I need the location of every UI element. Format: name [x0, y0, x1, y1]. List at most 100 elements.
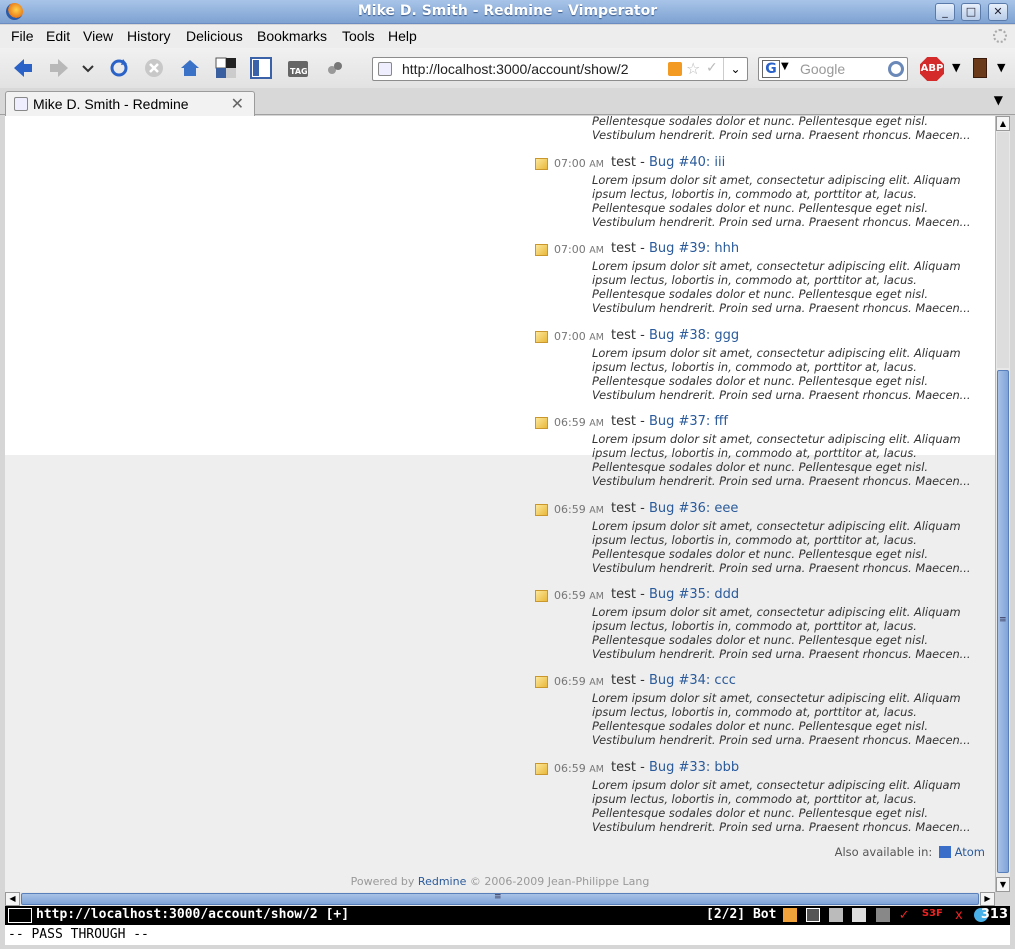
- scroll-left-button[interactable]: ◀: [5, 892, 20, 906]
- activity-description: Lorem ipsum dolor sit amet, consectetur …: [592, 432, 971, 488]
- stop-icon[interactable]: [143, 57, 165, 79]
- issue-icon: [535, 331, 548, 343]
- issue-icon: [535, 244, 548, 256]
- checkmark-icon[interactable]: ✓: [899, 908, 913, 923]
- tab-close-icon[interactable]: ✕: [231, 94, 244, 113]
- command-line[interactable]: -- PASS THROUGH --: [5, 925, 1010, 945]
- minimize-button[interactable]: _: [935, 3, 955, 21]
- activity-title: test - Bug #39: hhh: [611, 241, 740, 256]
- activity-author: test: [611, 241, 636, 256]
- edit-icon[interactable]: [783, 908, 797, 922]
- extension-icon[interactable]: [326, 57, 344, 79]
- atom-link[interactable]: Atom: [955, 845, 985, 859]
- issue-icon: [535, 417, 548, 429]
- all-tabs-chevron-icon[interactable]: ▼: [994, 93, 1003, 107]
- activity-description: Lorem ipsum dolor sit amet, consectetur …: [592, 605, 971, 661]
- menu-view[interactable]: View: [83, 28, 113, 44]
- footer-powered-label: Powered by: [350, 875, 415, 888]
- menu-history[interactable]: History: [127, 28, 171, 44]
- search-icon[interactable]: [888, 61, 904, 77]
- close-window-button[interactable]: ✕: [988, 3, 1008, 21]
- search-input[interactable]: Google: [800, 61, 845, 77]
- menu-file[interactable]: File: [11, 28, 34, 44]
- url-input[interactable]: http://localhost:3000/account/show/2: [402, 61, 628, 77]
- check-icon[interactable]: ✓: [706, 60, 718, 76]
- scrollbar-thumb[interactable]: ≡: [997, 370, 1009, 873]
- issue-link[interactable]: Bug #39: hhh: [649, 241, 739, 256]
- reload-icon[interactable]: [108, 57, 130, 79]
- mail-icon[interactable]: [852, 908, 867, 922]
- adblock-dropdown-icon[interactable]: ▼: [952, 61, 960, 74]
- status-position: [2/2] Bot: [706, 907, 777, 922]
- home-icon[interactable]: [179, 57, 201, 79]
- activity-title: test - Bug #37: fff: [611, 414, 728, 429]
- activity-description: Lorem ipsum dolor sit amet, consectetur …: [592, 778, 971, 834]
- page-footer: Powered by Redmine © 2006-2009 Jean-Phil…: [5, 875, 995, 888]
- door-icon[interactable]: [973, 58, 987, 78]
- issue-link[interactable]: Bug #40: iii: [649, 155, 725, 170]
- menu-edit[interactable]: Edit: [46, 28, 70, 44]
- forward-icon[interactable]: [48, 57, 70, 79]
- horizontal-scrollbar[interactable]: ◀ ≡ ▶: [5, 892, 995, 906]
- activity-time: 06:59 AM: [554, 762, 604, 775]
- back-icon[interactable]: [12, 57, 34, 79]
- scroll-up-button[interactable]: ▲: [996, 116, 1010, 131]
- bookmark-star-icon[interactable]: ☆: [686, 59, 700, 78]
- page-content: Pellentesque sodales dolor et nunc. Pell…: [5, 116, 995, 892]
- atom-feed-icon[interactable]: [938, 846, 951, 858]
- close-status-icon[interactable]: x: [955, 908, 965, 923]
- activity-author: test: [611, 760, 636, 775]
- scrollbar-track[interactable]: [997, 132, 1009, 368]
- tag-icon[interactable]: TAG: [287, 57, 309, 79]
- tab-redmine[interactable]: Mike D. Smith - Redmine ✕: [5, 91, 255, 116]
- redmine-link[interactable]: Redmine: [418, 875, 466, 888]
- toolbar-overflow-icon[interactable]: ▼: [997, 61, 1005, 74]
- activity-title: test - Bug #35: ddd: [611, 587, 740, 602]
- issue-link[interactable]: Bug #34: ccc: [649, 673, 736, 688]
- throbber-icon: [993, 29, 1007, 43]
- activity-description: Lorem ipsum dolor sit amet, consectetur …: [592, 691, 971, 747]
- status-url: http://localhost:3000/account/show/2 [+]: [36, 907, 350, 922]
- activity-time: 07:00 AM: [554, 157, 604, 170]
- menu-delicious[interactable]: Delicious: [186, 28, 243, 44]
- command-mode-text: -- PASS THROUGH --: [8, 927, 149, 942]
- search-bar[interactable]: G ▼ Google: [758, 57, 908, 81]
- issue-link[interactable]: Bug #33: bbb: [649, 760, 739, 775]
- issue-icon: [535, 504, 548, 516]
- alternate-formats: Also available in: Atom: [835, 845, 985, 859]
- google-search-engine-icon[interactable]: G: [762, 60, 780, 78]
- menu-tools[interactable]: Tools: [342, 28, 375, 44]
- activity-author: test: [611, 155, 636, 170]
- footer-copyright: © 2006-2009 Jean-Philippe Lang: [469, 875, 650, 888]
- snowflake-icon[interactable]: [829, 908, 844, 922]
- maximize-button[interactable]: □: [961, 3, 981, 21]
- issue-link[interactable]: Bug #38: ggg: [649, 328, 739, 343]
- history-dropdown-icon[interactable]: [80, 57, 96, 79]
- vertical-scrollbar[interactable]: ▲ ≡ ▼: [995, 116, 1010, 892]
- scroll-right-button[interactable]: ▶: [980, 892, 995, 906]
- issue-icon: [535, 158, 548, 170]
- bug-icon[interactable]: [875, 908, 890, 922]
- url-bar[interactable]: http://localhost:3000/account/show/2 ☆ ✓…: [372, 57, 748, 81]
- hscrollbar-thumb[interactable]: ≡: [21, 892, 979, 905]
- activity-description: Pellentesque sodales dolor et nunc. Pell…: [592, 116, 971, 142]
- menu-help[interactable]: Help: [388, 28, 417, 44]
- delicious-status-icon[interactable]: [806, 908, 821, 922]
- thumb-grip-icon: ≡: [999, 615, 1007, 625]
- issue-link[interactable]: Bug #36: eee: [649, 501, 738, 516]
- activity-title: test - Bug #38: ggg: [611, 328, 740, 343]
- chevron-down-icon[interactable]: ▼: [781, 61, 789, 72]
- scroll-down-button[interactable]: ▼: [996, 877, 1010, 892]
- rss-feed-icon[interactable]: [668, 62, 682, 76]
- svg-text:TAG: TAG: [290, 67, 308, 76]
- issue-icon: [535, 763, 548, 775]
- delicious-sidebar-icon[interactable]: [250, 57, 272, 79]
- delicious-icon[interactable]: [215, 57, 237, 79]
- url-dropdown-button[interactable]: ⌄: [723, 58, 747, 80]
- status-count: 313: [980, 907, 1008, 922]
- issue-link[interactable]: Bug #37: fff: [649, 414, 728, 429]
- issue-link[interactable]: Bug #35: ddd: [649, 587, 739, 602]
- tab-label: Mike D. Smith - Redmine: [33, 96, 189, 112]
- s3fox-icon[interactable]: S3F: [922, 908, 946, 922]
- menu-bookmarks[interactable]: Bookmarks: [257, 28, 327, 44]
